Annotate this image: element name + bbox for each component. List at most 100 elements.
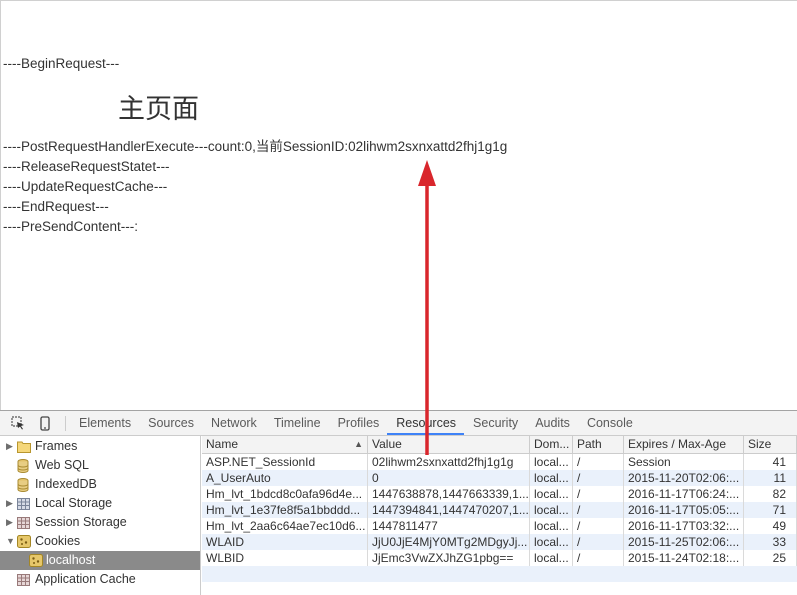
devtools-panel: Elements Sources Network Timeline Profil… <box>0 410 797 595</box>
cell-value[interactable]: 02lihwm2sxnxattd2fhj1g1g <box>368 454 530 470</box>
sidebar-item-session-storage[interactable]: ▶ Session Storage <box>0 513 200 532</box>
table-row[interactable]: Hm_lvt_2aa6c64ae7ec10d6... 1447811477 loca… <box>202 518 797 534</box>
expand-triangle-icon[interactable]: ▶ <box>6 513 13 532</box>
table-row[interactable]: WLBID JjEmc3VwZXJhZG1pbg== local.../2015-1… <box>202 550 797 566</box>
sidebar-item-frames[interactable]: ▶ Frames <box>0 437 200 456</box>
database-icon <box>17 459 31 473</box>
tab-timeline[interactable]: Timeline <box>265 411 329 435</box>
table-icon <box>17 516 31 529</box>
cell-domain[interactable]: local... <box>530 470 573 486</box>
cell-size[interactable]: 41 <box>744 454 797 470</box>
cell-name[interactable]: A_UserAuto <box>202 470 368 486</box>
table-header: Name ▲ Value Dom... Path Expires / Max-A… <box>202 436 797 454</box>
sort-ascending-icon: ▲ <box>354 439 363 449</box>
cell-expires[interactable]: 2015-11-25T02:06:... <box>624 534 744 550</box>
cell-size[interactable]: 71 <box>744 502 797 518</box>
devtools-toolbar: Elements Sources Network Timeline Profil… <box>0 411 797 436</box>
expand-triangle-icon[interactable]: ▶ <box>6 437 13 456</box>
tab-sources[interactable]: Sources <box>139 411 202 435</box>
tab-resources[interactable]: Resources <box>387 411 465 435</box>
expand-triangle-icon[interactable]: ▶ <box>6 494 13 513</box>
cell-path[interactable]: / <box>573 502 624 518</box>
column-header-value[interactable]: Value <box>368 436 530 453</box>
toolbar-separator <box>65 416 66 431</box>
cell-expires[interactable]: 2015-11-24T02:18:... <box>624 550 744 566</box>
page-title: 主页面 <box>118 94 199 125</box>
log-line-pre-send-content: ----PreSendContent---: <box>3 219 139 234</box>
collapse-triangle-icon[interactable]: ▼ <box>6 532 15 551</box>
database-icon <box>17 478 31 492</box>
cell-path[interactable]: / <box>573 550 624 566</box>
cell-path[interactable]: / <box>573 470 624 486</box>
cell-size[interactable]: 25 <box>744 550 797 566</box>
cell-path[interactable]: / <box>573 486 624 502</box>
cell-domain[interactable]: local... <box>530 550 573 566</box>
cell-expires[interactable]: 2016-11-17T05:05:... <box>624 502 744 518</box>
cell-path[interactable]: / <box>573 534 624 550</box>
cell-value[interactable]: 1447811477 <box>368 518 530 534</box>
tab-elements[interactable]: Elements <box>70 411 139 435</box>
table-row[interactable]: Hm_lvt_1e37fe8f5a1bbddd... 1447394841,144… <box>202 502 797 518</box>
cell-size[interactable]: 11 <box>744 470 797 486</box>
cell-size[interactable]: 82 <box>744 486 797 502</box>
cell-expires[interactable]: 2015-11-20T02:06:... <box>624 470 744 486</box>
sidebar-item-local-storage[interactable]: ▶ Local Storage <box>0 494 200 513</box>
table-row[interactable]: Hm_lvt_1bdcd8c0afa96d4e... 1447638878,144… <box>202 486 797 502</box>
inspect-element-icon[interactable] <box>10 415 26 431</box>
sidebar-item-cookies[interactable]: ▼ Cookies <box>0 532 200 551</box>
cell-name[interactable]: Hm_lvt_2aa6c64ae7ec10d6... <box>202 518 368 534</box>
column-header-name[interactable]: Name ▲ <box>202 436 368 453</box>
column-header-expires[interactable]: Expires / Max-Age <box>624 436 744 453</box>
sidebar-item-web-sql[interactable]: Web SQL <box>0 456 200 475</box>
cell-domain[interactable]: local... <box>530 454 573 470</box>
table-row <box>202 582 797 595</box>
table-row <box>202 566 797 582</box>
cell-path[interactable]: / <box>573 518 624 534</box>
web-page: ----BeginRequest--- 主页面 ----PostRequestH… <box>0 0 797 410</box>
cell-name[interactable]: WLBID <box>202 550 368 566</box>
cell-expires[interactable]: 2016-11-17T06:24:... <box>624 486 744 502</box>
tab-security[interactable]: Security <box>464 411 526 435</box>
cell-path[interactable]: / <box>573 454 624 470</box>
column-header-size[interactable]: Size <box>744 436 797 453</box>
column-header-path[interactable]: Path <box>573 436 624 453</box>
sidebar-item-application-cache[interactable]: Application Cache <box>0 570 200 589</box>
cell-size[interactable]: 33 <box>744 534 797 550</box>
log-line-begin-request: ----BeginRequest--- <box>3 56 120 71</box>
tab-profiles[interactable]: Profiles <box>329 411 388 435</box>
column-header-domain[interactable]: Dom... <box>530 436 573 453</box>
device-mode-icon[interactable] <box>37 415 53 431</box>
cell-name[interactable]: Hm_lvt_1bdcd8c0afa96d4e... <box>202 486 368 502</box>
cell-size[interactable]: 49 <box>744 518 797 534</box>
cell-value[interactable]: 1447638878,1447663339,1... <box>368 486 530 502</box>
tab-console[interactable]: Console <box>578 411 641 435</box>
cookies-table: Name ▲ Value Dom... Path Expires / Max-A… <box>202 436 797 595</box>
cell-value[interactable]: 1447394841,1447470207,1... <box>368 502 530 518</box>
cell-name[interactable]: WLAID <box>202 534 368 550</box>
table-icon <box>17 497 31 510</box>
cell-domain[interactable]: local... <box>530 486 573 502</box>
cell-domain[interactable]: local... <box>530 502 573 518</box>
tab-audits[interactable]: Audits <box>526 411 578 435</box>
table-row[interactable]: WLAID JjU0JjE4MjY0MTg2MDgyJj... local.../2… <box>202 534 797 550</box>
log-line-end-request: ----EndRequest--- <box>3 199 109 214</box>
cell-domain[interactable]: local... <box>530 534 573 550</box>
resources-sidebar: ▶ Frames Web SQL IndexedDB ▶ Local Stora… <box>0 436 201 595</box>
cookie-icon <box>29 554 43 567</box>
cell-value[interactable]: 0 <box>368 470 530 486</box>
cell-value[interactable]: JjEmc3VwZXJhZG1pbg== <box>368 550 530 566</box>
log-line-update-request-cache: ----UpdateRequestCache--- <box>3 179 168 194</box>
sidebar-item-indexeddb[interactable]: IndexedDB <box>0 475 200 494</box>
table-row[interactable]: A_UserAuto 0 local.../2015-11-20T02:06:...… <box>202 470 797 486</box>
cell-value[interactable]: JjU0JjE4MjY0MTg2MDgyJj... <box>368 534 530 550</box>
cell-name[interactable]: ASP.NET_SessionId <box>202 454 368 470</box>
table-row[interactable]: ASP.NET_SessionId 02lihwm2sxnxattd2fhj1g1… <box>202 454 797 470</box>
cell-domain[interactable]: local... <box>530 518 573 534</box>
table-icon <box>17 573 31 586</box>
tab-network[interactable]: Network <box>202 411 265 435</box>
cell-expires[interactable]: 2016-11-17T03:32:... <box>624 518 744 534</box>
cell-name[interactable]: Hm_lvt_1e37fe8f5a1bbddd... <box>202 502 368 518</box>
cell-expires[interactable]: Session <box>624 454 744 470</box>
log-line-post-request-handler: ----PostRequestHandlerExecute---count:0,… <box>3 139 508 154</box>
sidebar-item-localhost[interactable]: localhost <box>0 551 200 570</box>
